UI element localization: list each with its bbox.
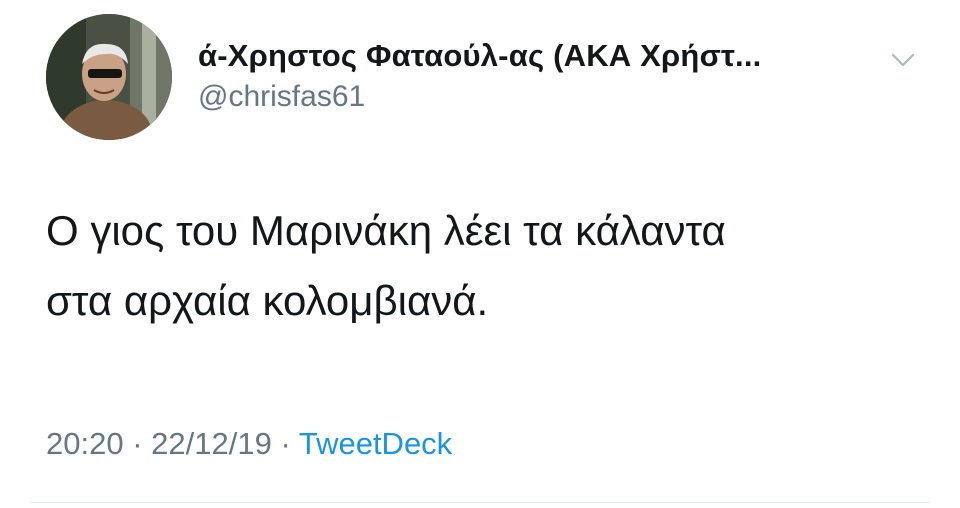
tweet-text-line: στα αρχαία κολομβιανά. <box>46 277 489 324</box>
tweet-card: ά-Χρηστος Φαταούλ-ας (ΑΚΑ Χρήστ... @chri… <box>0 0 960 508</box>
tweet-source-link[interactable]: TweetDeck <box>299 426 452 461</box>
display-name[interactable]: ά-Χρηστος Φαταούλ-ας (ΑΚΑ Χρήστ... <box>198 38 761 74</box>
tweet-meta: 20:20 · 22/12/19 · TweetDeck <box>46 426 452 462</box>
tweet-text: Ο γιος του Μαρινάκη λέει τα κάλαντα στα … <box>46 196 926 336</box>
avatar[interactable] <box>46 14 172 140</box>
user-handle[interactable]: @chrisfas61 <box>198 80 365 114</box>
meta-separator: · <box>280 426 291 461</box>
tweet-text-line: Ο γιος του Μαρινάκη λέει τα κάλαντα <box>46 207 726 254</box>
meta-separator: · <box>132 426 143 461</box>
tweet-time[interactable]: 20:20 <box>46 426 124 461</box>
avatar-image <box>46 14 172 140</box>
chevron-down-icon[interactable] <box>888 48 918 72</box>
tweet-date[interactable]: 22/12/19 <box>151 426 272 461</box>
divider <box>30 502 930 503</box>
